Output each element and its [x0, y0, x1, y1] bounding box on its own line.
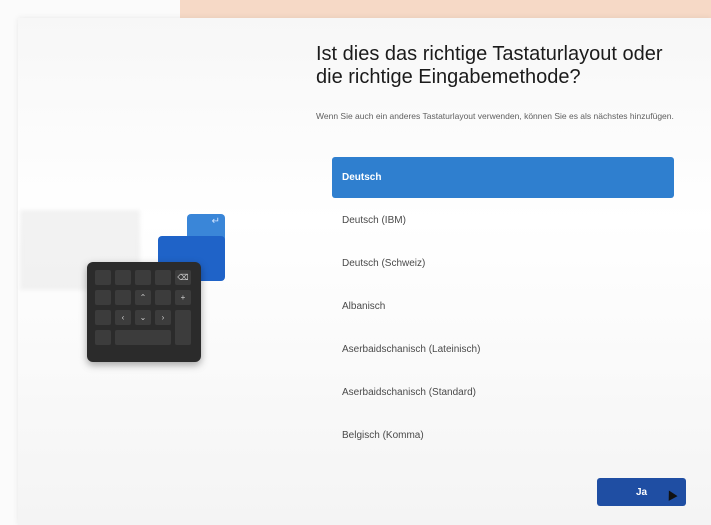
page-title: Ist dies das richtige Tastaturlayout ode… — [316, 43, 686, 89]
layout-item-aserbaidschanisch-lateinisch[interactable]: Aserbaidschanisch (Lateinisch) — [332, 329, 674, 372]
layout-item-deutsch-schweiz[interactable]: Deutsch (Schweiz) — [332, 243, 674, 286]
page-title-line-1: Ist dies das richtige Tastaturlayout ode… — [316, 43, 663, 65]
layout-item-albanisch[interactable]: Albanisch — [332, 286, 674, 329]
layout-item-aserbaidschanisch-standard[interactable]: Aserbaidschanisch (Standard) — [332, 372, 674, 415]
page-subtitle: Wenn Sie auch ein anderes Tastaturlayout… — [316, 111, 674, 121]
top-strip — [180, 0, 711, 18]
keyboard-layout-list: Deutsch Deutsch (IBM) Deutsch (Schweiz) … — [332, 157, 674, 458]
layout-item-belgisch-komma[interactable]: Belgisch (Komma) — [332, 415, 674, 458]
layout-item-deutsch-ibm[interactable]: Deutsch (IBM) — [332, 200, 674, 243]
layout-item-deutsch[interactable]: Deutsch — [332, 157, 674, 198]
page-title-line-2: die richtige Eingabemethode? — [316, 66, 581, 88]
